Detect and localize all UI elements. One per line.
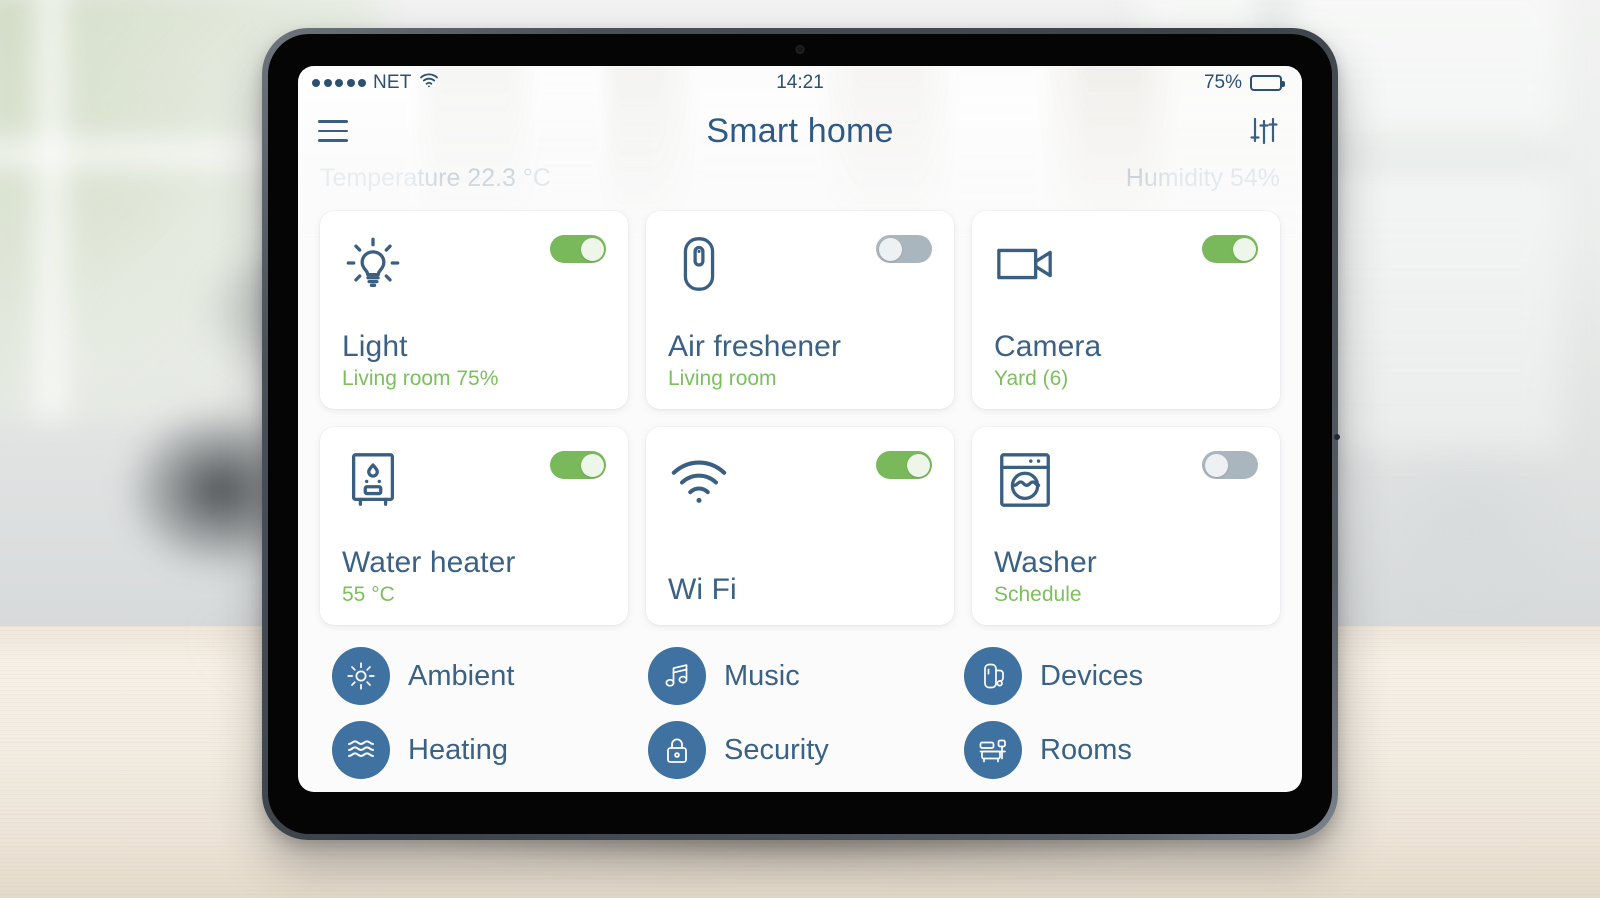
toggle-knob: [906, 453, 930, 477]
device-subtitle: Living room 75%: [342, 367, 499, 391]
wifi-icon: [668, 449, 730, 511]
device-card-text: Air freshener Living room: [668, 330, 932, 391]
device-toggle[interactable]: [1202, 451, 1258, 479]
device-title: Camera: [994, 329, 1102, 363]
scene: NET 14:21 75% Smart home Light Living ro…: [0, 0, 1600, 898]
front-camera-icon: [795, 45, 805, 54]
status-bar-right: 75%: [1203, 72, 1285, 94]
device-title: Wi Fi: [668, 573, 737, 607]
device-card[interactable]: Light Living room 75%: [320, 211, 628, 409]
device-card[interactable]: Camera Yard (6): [972, 211, 1280, 409]
device-subtitle: Yard (6): [994, 367, 1069, 391]
device-card-top: [994, 449, 1258, 511]
wifi-icon: [419, 72, 439, 94]
toggle-knob: [1204, 453, 1228, 477]
device-card-top: [342, 449, 606, 511]
device-subtitle: 55 °C: [342, 583, 395, 607]
device-title: Light: [342, 329, 408, 363]
device-card-top: [668, 449, 932, 511]
quick-menu-label: Heating: [408, 733, 508, 766]
device-subtitle: Schedule: [994, 583, 1082, 607]
toggle-knob: [1232, 237, 1256, 261]
battery-icon: [1250, 75, 1285, 91]
device-card[interactable]: Wi Fi: [646, 427, 954, 625]
device-grid: Light Living room 75% Air freshener Livi…: [298, 193, 1302, 625]
device-card[interactable]: Water heater 55 °C: [320, 427, 628, 625]
device-toggle[interactable]: [876, 451, 932, 479]
waves-icon: [332, 721, 390, 779]
status-bar-left: NET: [312, 72, 439, 94]
device-card-text: Water heater 55 °C: [342, 546, 606, 607]
plug-icon: [964, 647, 1022, 705]
music-note-icon: [648, 647, 706, 705]
device-title: Air freshener: [668, 329, 842, 363]
quick-menu-label: Devices: [1040, 659, 1144, 692]
quick-menu-item[interactable]: Devices: [964, 647, 1280, 705]
quick-menu-item[interactable]: Security: [648, 721, 964, 779]
device-toggle[interactable]: [550, 451, 606, 479]
washer-icon: [994, 449, 1056, 511]
device-card[interactable]: Washer Schedule: [972, 427, 1280, 625]
water-heater-icon: [342, 449, 404, 511]
sliders-icon[interactable]: [1248, 116, 1280, 146]
battery-percent-label: 75%: [1203, 72, 1242, 93]
air-freshener-icon: [668, 233, 730, 295]
quick-menu: Ambient Music Devices Heating Security R…: [298, 625, 1302, 779]
device-card-top: [668, 233, 932, 295]
lock-icon: [648, 721, 706, 779]
device-title: Water heater: [342, 545, 516, 579]
page-title: Smart home: [706, 111, 894, 150]
lightbulb-icon: [342, 233, 404, 295]
sofa-icon: [964, 721, 1022, 779]
clock-label: 14:21: [776, 72, 824, 93]
device-card-top: [994, 233, 1258, 295]
device-subtitle: Living room: [668, 367, 777, 391]
quick-menu-label: Rooms: [1040, 733, 1132, 766]
toggle-knob: [580, 453, 604, 477]
signal-strength-icon: [312, 79, 366, 87]
side-sensor-icon: [1334, 434, 1340, 440]
quick-menu-item[interactable]: Heating: [332, 721, 648, 779]
device-card-text: Washer Schedule: [994, 546, 1258, 607]
device-card-text: Wi Fi: [668, 573, 932, 607]
toggle-knob: [580, 237, 604, 261]
hamburger-menu-icon[interactable]: [318, 120, 348, 142]
toggle-knob: [878, 237, 902, 261]
device-card-text: Light Living room 75%: [342, 330, 606, 391]
device-card-text: Camera Yard (6): [994, 330, 1258, 391]
sun-icon: [332, 647, 390, 705]
device-title: Washer: [994, 545, 1097, 579]
carrier-label: NET: [373, 72, 412, 93]
app-header: Smart home: [298, 100, 1302, 162]
quick-menu-label: Security: [724, 733, 829, 766]
tablet-bezel: NET 14:21 75% Smart home Light Living ro…: [268, 34, 1340, 834]
tablet-device: NET 14:21 75% Smart home Light Living ro…: [262, 28, 1340, 840]
device-card[interactable]: Air freshener Living room: [646, 211, 954, 409]
status-bar: NET 14:21 75%: [298, 66, 1302, 100]
device-toggle[interactable]: [1202, 235, 1258, 263]
quick-menu-item[interactable]: Rooms: [964, 721, 1280, 779]
device-toggle[interactable]: [550, 235, 606, 263]
quick-menu-label: Music: [724, 659, 800, 692]
quick-menu-item[interactable]: Music: [648, 647, 964, 705]
video-camera-icon: [994, 233, 1056, 295]
device-card-top: [342, 233, 606, 295]
app-screen: NET 14:21 75% Smart home Light Living ro…: [298, 66, 1302, 792]
device-toggle[interactable]: [876, 235, 932, 263]
quick-menu-item[interactable]: Ambient: [332, 647, 648, 705]
quick-menu-label: Ambient: [408, 659, 515, 692]
